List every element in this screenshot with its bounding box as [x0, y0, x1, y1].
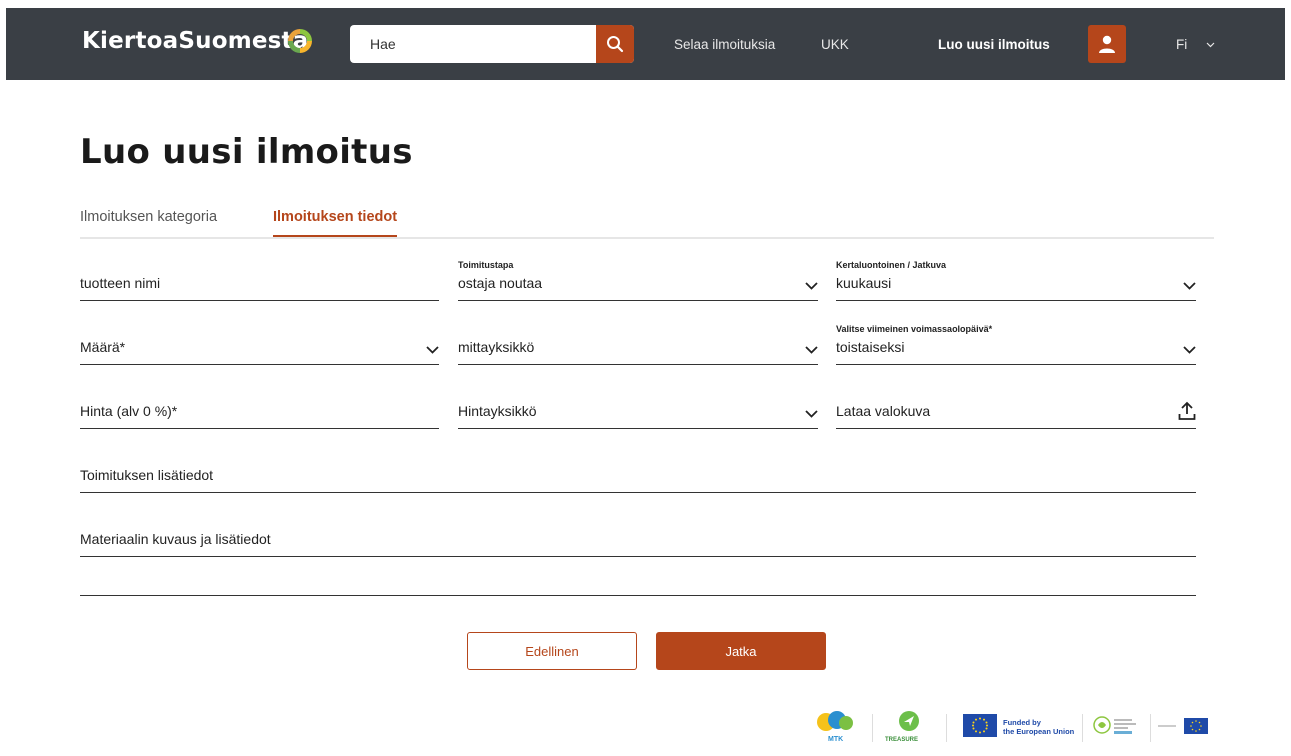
nav-create-listing[interactable]: Luo uusi ilmoitus [938, 37, 1050, 52]
partner-logos: MTK TREASURE Funded by the European Unio… [810, 710, 1230, 750]
photo-upload-field[interactable]: Lataa valokuva [836, 388, 1196, 429]
product-name-field[interactable]: tuotteen nimi [80, 260, 439, 301]
unit-select[interactable]: mittayksikkö [458, 324, 818, 365]
photo-upload-label[interactable]: Lataa valokuva [836, 403, 930, 419]
price-field[interactable]: Hinta (alv 0 %)* [80, 388, 439, 429]
chevron-down-icon[interactable] [805, 410, 818, 418]
mtk-logo-icon [817, 711, 853, 731]
chevron-down-icon[interactable] [1183, 282, 1196, 290]
material-description-input[interactable]: Materiaalin kuvaus ja lisätiedot [80, 531, 271, 547]
recurrence-select[interactable]: Kertaluontoinen / Jatkuva kuukausi [836, 260, 1196, 301]
logo-divider [872, 714, 873, 742]
price-input[interactable]: Hinta (alv 0 %)* [80, 403, 177, 419]
delivery-info-field[interactable]: Toimituksen lisätiedot [80, 452, 1196, 493]
recycle-logo-icon [288, 29, 312, 53]
recurrence-value[interactable]: kuukausi [836, 275, 891, 291]
page-title: Luo uusi ilmoitus [80, 132, 413, 172]
search-button[interactable] [596, 25, 634, 63]
nav-faq[interactable]: UKK [821, 37, 849, 52]
logo-divider [946, 714, 947, 742]
treasure-logo-text: TREASURE [885, 737, 919, 743]
search-bar [350, 25, 634, 63]
delivery-method-label: Toimitustapa [458, 260, 514, 270]
eu-flag-icon [963, 714, 997, 737]
user-icon [1099, 35, 1115, 53]
mtk-logo-text: MTK [828, 736, 844, 743]
material-description-field[interactable]: Materiaalin kuvaus ja lisätiedot [80, 516, 1196, 557]
eu-programme-logo-icon [1158, 718, 1208, 734]
quantity-value[interactable]: Määrä* [80, 339, 125, 355]
tab-listing-details[interactable]: Ilmoituksen tiedot [273, 209, 398, 237]
chevron-down-icon[interactable] [1183, 346, 1196, 354]
chevron-down-icon[interactable] [426, 346, 439, 354]
top-navigation-bar: KiertoaSuomesta Selaa ilmoituksia UKK Lu… [6, 8, 1285, 80]
logo-divider [1082, 714, 1083, 742]
user-account-button[interactable] [1088, 25, 1126, 63]
treasure-logo-icon [899, 711, 919, 731]
delivery-method-select[interactable]: Toimitustapa ostaja noutaa [458, 260, 818, 301]
price-unit-value[interactable]: Hintayksikkö [458, 403, 537, 419]
unit-value[interactable]: mittayksikkö [458, 339, 534, 355]
circular-initiative-logo-icon [1093, 716, 1136, 734]
chevron-down-icon[interactable] [805, 282, 818, 290]
price-unit-select[interactable]: Hintayksikkö [458, 388, 818, 429]
expiry-date-value[interactable]: toistaiseksi [836, 339, 904, 355]
nav-browse-listings[interactable]: Selaa ilmoituksia [674, 37, 775, 52]
previous-button[interactable]: Edellinen [467, 632, 637, 670]
brand-logo[interactable]: KiertoaSuomesta [82, 28, 308, 54]
expiry-date-label: Valitse viimeinen voimassaolopäivä* [836, 324, 993, 334]
step-tabs: Ilmoituksen kategoria Ilmoituksen tiedot [80, 207, 1214, 239]
quantity-select[interactable]: Määrä* [80, 324, 439, 365]
logo-divider [1150, 714, 1151, 742]
eu-funding-text-line2: the European Union [1003, 727, 1075, 736]
tab-listing-category[interactable]: Ilmoituksen kategoria [80, 209, 217, 235]
product-name-input[interactable]: tuotteen nimi [80, 275, 160, 291]
upload-icon[interactable] [1178, 401, 1196, 421]
search-icon [607, 36, 624, 53]
chevron-down-icon[interactable] [805, 346, 818, 354]
material-description-extra-line[interactable] [80, 555, 1196, 596]
expiry-date-select[interactable]: Valitse viimeinen voimassaolopäivä* tois… [836, 324, 1196, 365]
continue-button[interactable]: Jatka [656, 632, 826, 670]
delivery-info-input[interactable]: Toimituksen lisätiedot [80, 467, 213, 483]
recurrence-label: Kertaluontoinen / Jatkuva [836, 260, 947, 270]
search-input[interactable] [360, 25, 596, 63]
eu-funding-text-line1: Funded by [1003, 718, 1041, 727]
chevron-down-icon[interactable] [1206, 42, 1215, 48]
language-selector[interactable]: Fi [1176, 37, 1187, 52]
delivery-method-value[interactable]: ostaja noutaa [458, 275, 542, 291]
